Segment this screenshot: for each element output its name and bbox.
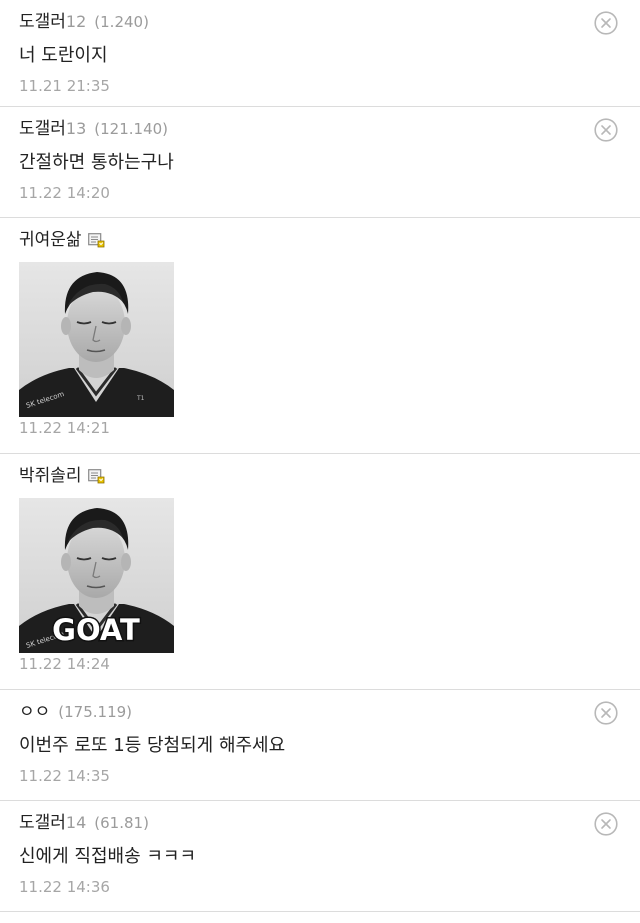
comment-text: 간절하면 통하는구나 [19, 152, 174, 173]
comment-nickname[interactable]: 도갤러 [19, 117, 66, 141]
comment-nickname-number: 13 [65, 119, 87, 138]
delete-comment-button[interactable] [594, 11, 618, 35]
comment-ip: (121.140) [94, 120, 169, 138]
comment-nickname[interactable]: 도갤러 [19, 10, 66, 34]
comment-item: ㅇㅇ (175.119) 이번주 로또 1등 당첨되게 해주세요 11.22 1… [0, 690, 640, 801]
comment-author-line: 도갤러 14 (61.81) [19, 811, 621, 835]
comment-ip: (1.240) [94, 13, 149, 31]
comment-date: 11.22 14:36 [19, 878, 110, 896]
comment-date: 11.22 14:21 [19, 419, 110, 437]
comment-text: 너 도란이지 [19, 45, 108, 66]
dccon-image[interactable]: SK telecom T1 [19, 262, 174, 417]
dccon-caption: GOAT [52, 613, 140, 647]
svg-text:T1: T1 [136, 395, 145, 402]
comment-ip: (175.119) [58, 703, 133, 721]
comment-item: 박쥐솔리 SK telecom GOAT 11.22 14:24 [0, 454, 640, 690]
comment-item: 도갤러 12 (1.240) 너 도란이지 11.21 21:35 [0, 0, 640, 107]
close-circle-icon [594, 118, 618, 142]
close-circle-icon [594, 812, 618, 836]
delete-comment-button[interactable] [594, 118, 618, 142]
comment-nickname[interactable]: 도갤러 [19, 811, 66, 835]
comment-author-line: ㅇㅇ (175.119) [19, 700, 621, 724]
gallog-icon[interactable] [88, 232, 105, 248]
comment-author-line: 도갤러 12 (1.240) [19, 10, 621, 34]
comment-date: 11.22 14:20 [19, 184, 110, 202]
comment-date: 11.22 14:35 [19, 767, 110, 785]
comment-text: 이번주 로또 1등 당첨되게 해주세요 [19, 735, 286, 756]
comment-nickname-number: 12 [65, 12, 87, 31]
comment-author-line: 귀여운삶 [19, 228, 621, 252]
close-circle-icon [594, 701, 618, 725]
delete-comment-button[interactable] [594, 701, 618, 725]
comment-ip: (61.81) [94, 814, 149, 832]
comment-author-line: 박쥐솔리 [19, 464, 621, 488]
comment-author-line: 도갤러 13 (121.140) [19, 117, 621, 141]
close-circle-icon [594, 11, 618, 35]
comment-item: 도갤러 14 (61.81) 신에게 직접배송 ㅋㅋㅋ 11.22 14:36 [0, 801, 640, 912]
comment-nickname[interactable]: 귀여운삶 [19, 228, 82, 252]
comment-item: 도갤러 13 (121.140) 간절하면 통하는구나 11.22 14:20 [0, 107, 640, 218]
comment-date: 11.22 14:24 [19, 655, 110, 673]
comment-nickname[interactable]: ㅇㅇ [19, 700, 50, 724]
dccon-image[interactable]: SK telecom GOAT [19, 498, 174, 653]
gallog-icon[interactable] [88, 468, 105, 484]
comment-nickname[interactable]: 박쥐솔리 [19, 464, 82, 488]
comment-item: 귀여운삶 SK telecom T1 11.22 14:21 [0, 218, 640, 454]
comment-date: 11.21 21:35 [19, 77, 110, 95]
delete-comment-button[interactable] [594, 812, 618, 836]
comment-text: 신에게 직접배송 ㅋㅋㅋ [19, 846, 197, 867]
comment-nickname-number: 14 [65, 813, 87, 832]
